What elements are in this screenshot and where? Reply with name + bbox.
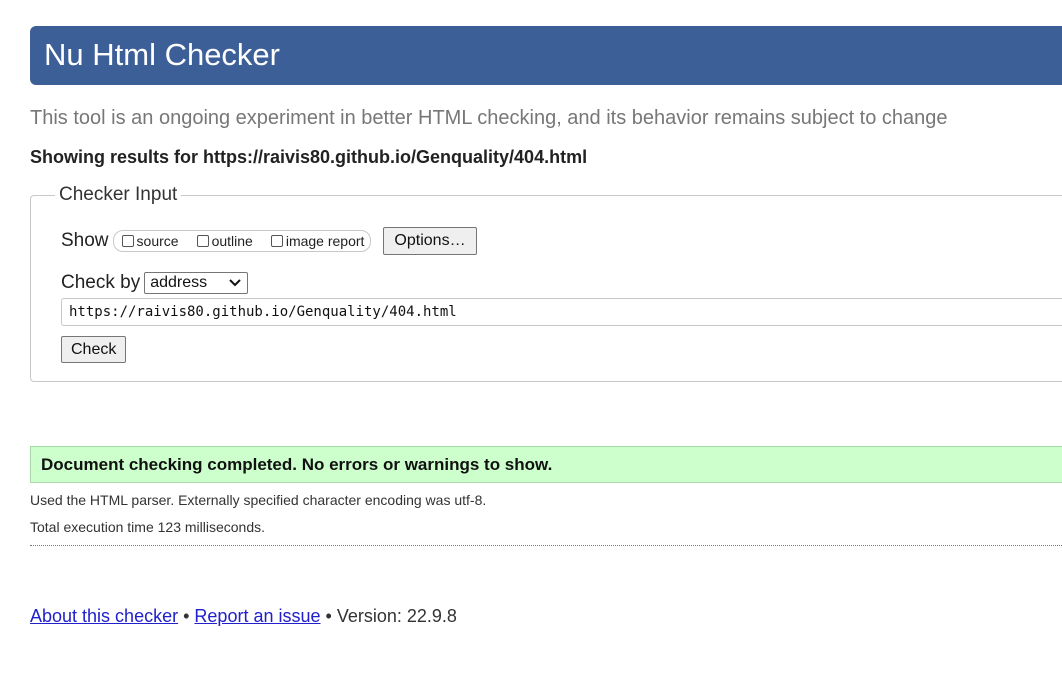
checker-input-legend: Checker Input	[55, 184, 182, 206]
show-option-label: source	[136, 233, 179, 249]
show-option-label: image report	[285, 233, 365, 249]
about-checker-link[interactable]: About this checker	[30, 606, 178, 626]
showing-results-heading: Showing results for https://raivis80.git…	[30, 147, 588, 167]
check-button[interactable]: Check	[61, 336, 127, 363]
page-title: Nu Html Checker	[44, 37, 280, 72]
tagline: This tool is an ongoing experiment in be…	[30, 107, 948, 129]
options-button[interactable]: Options…	[383, 227, 477, 255]
page: Nu Html Checker This tool is an ongoing …	[0, 0, 1062, 698]
check-by-label: Check by	[61, 272, 141, 293]
header-banner: Nu Html Checker	[30, 26, 1062, 85]
execution-time: Total execution time 123 milliseconds.	[30, 519, 266, 535]
footer-separator: •	[325, 606, 332, 626]
show-option-outline[interactable]: outline	[191, 233, 253, 249]
chevron-down-icon	[229, 276, 241, 290]
image-report-checkbox[interactable]	[270, 235, 283, 247]
source-checkbox[interactable]	[121, 235, 134, 247]
version-text: Version: 22.9.8	[336, 606, 457, 626]
check-by-row: Check by address	[61, 272, 249, 294]
success-message: Document checking completed. No errors o…	[30, 446, 1062, 483]
url-input[interactable]: https://raivis80.github.io/Genquality/40…	[61, 298, 1062, 326]
check-by-selected-value: address	[150, 274, 208, 291]
check-by-select[interactable]: address	[144, 272, 249, 294]
divider	[30, 545, 1062, 546]
show-option-label: outline	[211, 233, 253, 249]
show-option-image-report[interactable]: image report	[265, 233, 365, 249]
report-issue-link[interactable]: Report an issue	[194, 606, 320, 626]
checker-input-fieldset: Checker Input Show source outline image …	[30, 184, 1062, 382]
footer-separator: •	[183, 606, 190, 626]
show-options-group: source outline image report	[112, 230, 372, 252]
parser-info: Used the HTML parser. Externally specifi…	[30, 492, 487, 508]
show-option-source[interactable]: source	[116, 233, 179, 249]
show-row: Show source outline image report Options…	[61, 227, 477, 255]
show-label: Show	[61, 230, 109, 251]
footer: About this checker • Report an issue • V…	[30, 606, 457, 627]
outline-checkbox[interactable]	[196, 235, 209, 247]
